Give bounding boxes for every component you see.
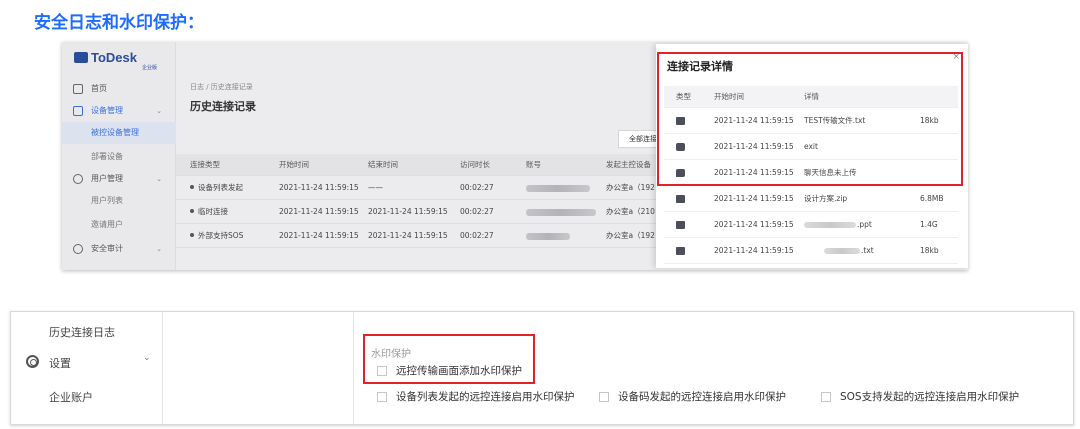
watermark-settings-screenshot: 历史连接日志 设置 ⌄ 企业账户 水印保护 远控传输画面添加水印保护 设备列表发… <box>10 311 1074 425</box>
watermark-device-code-label[interactable]: 设备码发起的远控连接启用水印保护 <box>618 389 786 404</box>
shield-icon <box>73 244 83 254</box>
column-header: 开始时间 <box>279 160 309 169</box>
column-header: 账号 <box>526 160 541 169</box>
list-item[interactable]: 2021-11-24 11:59:15 设计方案.zip 6.8MB <box>664 186 958 212</box>
chevron-down-icon: ⌄ <box>143 353 151 363</box>
todesk-logo-icon <box>74 52 88 63</box>
logo-subtitle: 企业版 <box>142 65 158 71</box>
bullet-icon <box>190 185 194 189</box>
gear-icon <box>26 355 39 368</box>
sidebar-item-enterprise-account[interactable]: 企业账户 <box>49 389 93 405</box>
sidebar-item-invite-user[interactable]: 邀请用户 <box>62 214 176 236</box>
logo-text: ToDesk <box>91 50 137 65</box>
folder-icon <box>676 195 685 203</box>
user-icon <box>73 174 83 184</box>
section-heading: 安全日志和水印保护： <box>34 13 204 33</box>
folder-icon <box>676 247 685 255</box>
chevron-down-icon: ⌄ <box>156 245 162 253</box>
page-title: 历史连接记录 <box>190 100 256 113</box>
redacted-filename <box>804 222 856 228</box>
sidebar-item-controlled-devices[interactable]: 被控设备管理 <box>62 122 176 144</box>
watermark-sos-checkbox[interactable] <box>821 392 831 402</box>
breadcrumb: 日志 / 历史连接记录 <box>190 83 253 91</box>
sidebar-item-deploy-devices[interactable]: 部署设备 <box>62 146 176 168</box>
redacted-account <box>526 233 570 240</box>
sidebar-item-user-list[interactable]: 用户列表 <box>62 190 176 212</box>
folder-icon <box>676 221 685 229</box>
settings-sidebar: 历史连接日志 设置 ⌄ 企业账户 <box>11 312 163 424</box>
bullet-icon <box>190 209 194 213</box>
monitor-icon <box>73 106 83 116</box>
highlight-box <box>363 334 535 384</box>
divider <box>353 312 354 424</box>
redacted-account <box>526 209 596 216</box>
column-header: 发起主控设备 <box>606 160 651 169</box>
sidebar-item-settings[interactable]: 设置 <box>49 355 71 371</box>
watermark-device-list-checkbox[interactable] <box>377 392 387 402</box>
sidebar-item-security-audit[interactable]: 安全审计 ⌄ <box>62 238 176 260</box>
redacted-filename <box>824 248 860 254</box>
sidebar-item-home[interactable]: 首页 <box>62 78 176 100</box>
chevron-down-icon: ⌄ <box>156 175 162 183</box>
list-item[interactable]: 2021-11-24 11:59:15 .txt 18kb <box>664 238 958 264</box>
sidebar-item-device-management[interactable]: 设备管理 ⌄ <box>62 100 176 122</box>
sidebar-item-history-log[interactable]: 历史连接日志 <box>49 324 115 340</box>
column-header: 连接类型 <box>190 160 220 169</box>
home-icon <box>73 84 83 94</box>
app-logo: ToDesk <box>74 50 137 65</box>
bullet-icon <box>190 233 194 237</box>
watermark-sos-label[interactable]: SOS支持发起的远控连接启用水印保护 <box>840 389 1019 404</box>
watermark-device-code-checkbox[interactable] <box>599 392 609 402</box>
list-item[interactable]: 2021-11-24 11:59:15 .ppt 1.4G <box>664 212 958 238</box>
sidebar-item-user-management[interactable]: 用户管理 ⌄ <box>62 168 176 190</box>
chevron-down-icon: ⌄ <box>156 107 162 115</box>
watermark-device-list-label[interactable]: 设备列表发起的远控连接启用水印保护 <box>396 389 575 404</box>
highlight-box <box>657 52 963 186</box>
column-header: 结束时间 <box>368 160 398 169</box>
column-header: 访问时长 <box>460 160 490 169</box>
sidebar: ToDesk 企业版 首页 设备管理 ⌄ 被控设备管理 部署设备 用户管理 ⌄ … <box>62 42 176 270</box>
redacted-account <box>526 185 590 192</box>
